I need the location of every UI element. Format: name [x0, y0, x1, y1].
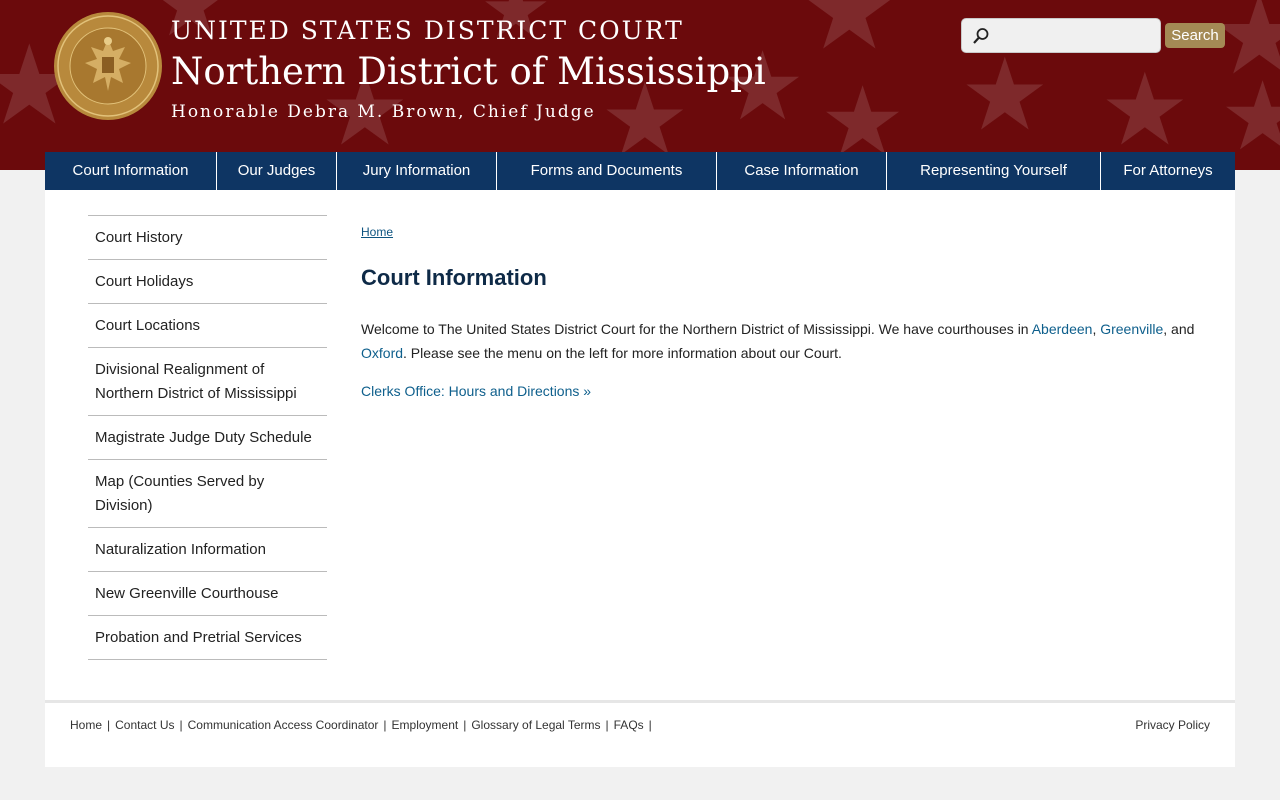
search-box[interactable]: [961, 18, 1161, 53]
sidebar-item-new-greenville-courthouse[interactable]: New Greenville Courthouse: [88, 572, 327, 616]
main-navigation: Court Information Our Judges Jury Inform…: [45, 152, 1235, 190]
nav-court-information[interactable]: Court Information: [45, 152, 217, 190]
footer-link-faqs[interactable]: FAQs: [614, 718, 644, 732]
sidebar-menu: Court History Court Holidays Court Locat…: [88, 215, 327, 660]
footer-separator: |: [179, 718, 183, 732]
sidebar-item-probation-pretrial[interactable]: Probation and Pretrial Services: [88, 616, 327, 660]
footer-separator: |: [463, 718, 467, 732]
intro-paragraph: Welcome to The United States District Co…: [361, 317, 1211, 365]
nav-representing-yourself[interactable]: Representing Yourself: [887, 152, 1101, 190]
sidebar-item-map-counties[interactable]: Map (Counties Served by Division): [88, 460, 327, 528]
sidebar-item-court-holidays[interactable]: Court Holidays: [88, 260, 327, 304]
clerks-office-link[interactable]: Clerks Office: Hours and Directions »: [361, 383, 591, 399]
chief-judge: Honorable Debra M. Brown, Chief Judge: [171, 102, 596, 122]
footer-link-home[interactable]: Home: [70, 718, 102, 732]
star-decoration: ★: [1100, 51, 1190, 168]
sidebar-item-divisional-realignment[interactable]: Divisional Realignment of Northern Distr…: [88, 348, 327, 416]
intro-text: Welcome to The United States District Co…: [361, 321, 1032, 337]
sidebar-item-naturalization[interactable]: Naturalization Information: [88, 528, 327, 572]
footer-links: Home | Contact Us | Communication Access Coo…: [70, 718, 657, 732]
page-title: Court Information: [361, 265, 547, 290]
search-button[interactable]: Search: [1165, 23, 1225, 48]
footer: Home | Contact Us | Communication Access Coo…: [45, 703, 1235, 767]
intro-text: . Please see the menu on the left for mo…: [403, 345, 842, 361]
star-decoration: ★: [960, 36, 1050, 153]
star-decoration: ★: [800, 0, 899, 74]
nav-jury-information[interactable]: Jury Information: [337, 152, 497, 190]
main-content: Court History Court Holidays Court Locat…: [45, 190, 1235, 700]
footer-separator: |: [107, 718, 111, 732]
intro-separator: , and: [1163, 321, 1195, 337]
sidebar-item-court-history[interactable]: Court History: [88, 216, 327, 260]
search-icon: [973, 28, 989, 44]
footer-separator: |: [383, 718, 387, 732]
footer-link-glossary[interactable]: Glossary of Legal Terms: [471, 718, 600, 732]
breadcrumb-home[interactable]: Home: [361, 225, 393, 239]
link-oxford[interactable]: Oxford: [361, 345, 403, 361]
court-name: UNITED STATES DISTRICT COURT: [171, 16, 684, 45]
footer-link-communication-access[interactable]: Communication Access Coordinator: [188, 718, 379, 732]
sidebar-item-magistrate-duty-schedule[interactable]: Magistrate Judge Duty Schedule: [88, 416, 327, 460]
link-aberdeen[interactable]: Aberdeen: [1032, 321, 1093, 337]
link-greenville[interactable]: Greenville: [1100, 321, 1163, 337]
footer-separator: |: [605, 718, 609, 732]
footer-link-contact-us[interactable]: Contact Us: [115, 718, 174, 732]
sidebar-item-court-locations[interactable]: Court Locations: [88, 304, 327, 348]
nav-our-judges[interactable]: Our Judges: [217, 152, 337, 190]
search-input[interactable]: [996, 23, 1154, 48]
star-decoration: ★: [1220, 62, 1280, 170]
nav-case-information[interactable]: Case Information: [717, 152, 887, 190]
footer-link-privacy-policy[interactable]: Privacy Policy: [1135, 718, 1210, 732]
nav-forms-and-documents[interactable]: Forms and Documents: [497, 152, 717, 190]
footer-link-employment[interactable]: Employment: [392, 718, 459, 732]
court-seal-icon[interactable]: [53, 11, 163, 121]
footer-separator: |: [648, 718, 652, 732]
nav-for-attorneys[interactable]: For Attorneys: [1101, 152, 1235, 190]
district-name[interactable]: Northern District of Mississippi: [171, 50, 766, 93]
